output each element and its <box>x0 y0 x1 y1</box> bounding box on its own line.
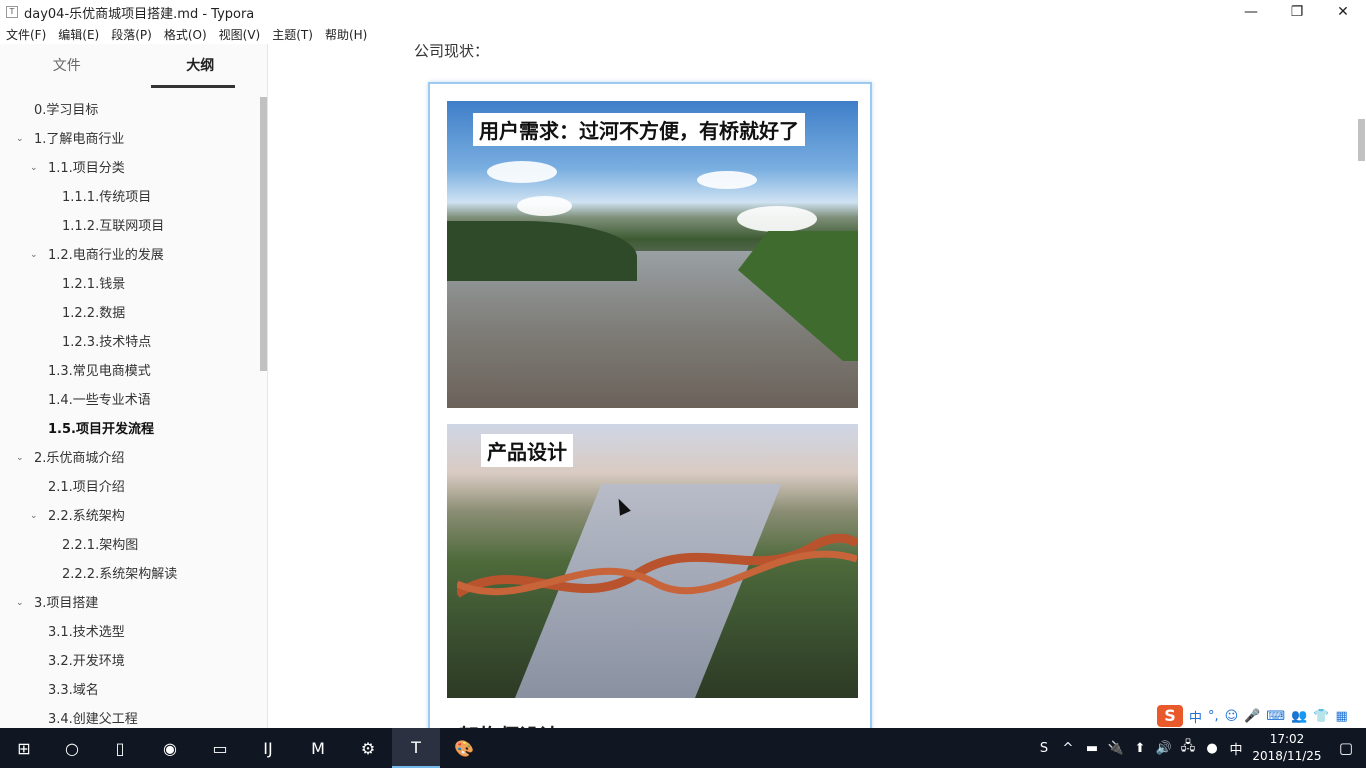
image-caption-user-need: 用户需求：过河不方便，有桥就好了 <box>473 113 805 146</box>
bridge-shape <box>457 533 857 598</box>
taskbar-explorer-icon[interactable]: ▭ <box>196 728 244 768</box>
outline-item[interactable]: 0.学习目标 <box>34 96 98 125</box>
outline-item[interactable]: 1.3.常见电商模式 <box>48 357 151 386</box>
bridge-design-render: 产品设计 <box>447 424 858 698</box>
outline-item[interactable]: 1.4.一些专业术语 <box>48 386 151 415</box>
taskbar-intellij-icon[interactable]: IJ <box>244 728 292 768</box>
outline-item[interactable]: 1.1.项目分类 <box>48 154 125 183</box>
image-caption-product-design: 产品设计 <box>481 434 573 467</box>
outline-item[interactable]: 1.1.2.互联网项目 <box>62 212 164 241</box>
taskbar-tool-icon[interactable]: ⚙ <box>344 728 392 768</box>
skin-icon[interactable]: 👕 <box>1313 709 1329 724</box>
outline-item[interactable]: 1.5.项目开发流程 <box>48 415 154 444</box>
restore-button[interactable]: ❐ <box>1274 0 1320 24</box>
editor-scrollbar[interactable] <box>1358 119 1365 161</box>
sogou-logo-icon[interactable]: S <box>1157 705 1183 727</box>
taskbar-maxthon-icon[interactable]: M <box>294 728 342 768</box>
window-title: day04-乐优商城项目搭建.md - Typora <box>24 6 255 22</box>
outline-item[interactable]: 3.4.创建父工程 <box>48 705 138 728</box>
left-bank-shape <box>447 221 637 281</box>
input-language-icon[interactable]: 中 <box>1224 739 1248 758</box>
title-bar: T day04-乐优商城项目搭建.md - Typora — ❐ ✕ <box>0 0 1366 24</box>
ime-toolbar: S 中 °, ☺ 🎤 ⌨ 👥 👕 ▦ <box>1157 704 1366 728</box>
cloud-shape <box>697 171 757 189</box>
sidebar-scrollbar[interactable] <box>260 97 267 371</box>
collapse-chevron-icon[interactable]: ⌄ <box>16 125 26 154</box>
collapse-chevron-icon[interactable]: ⌄ <box>16 444 26 473</box>
upload-icon[interactable]: ⬆ <box>1128 741 1152 756</box>
taskbar: ⊞ ○ ▯ ◉ ▭ IJ M ⚙ T 🎨 S ^ ▬ 🔌 ⬆ 🔊 🖧 ● 中 17:02 2018… <box>0 728 1366 768</box>
taskbar-start-icon[interactable]: ⊞ <box>0 728 48 768</box>
menu-paragraph[interactable]: 段落(P) <box>105 26 158 43</box>
sidebar-tabs: 文件 大纲 <box>0 44 267 90</box>
show-hidden-icons-icon[interactable]: ^ <box>1056 741 1080 756</box>
collapse-chevron-icon[interactable]: ⌄ <box>30 154 40 183</box>
window-controls: — ❐ ✕ <box>1228 0 1366 24</box>
outline-item[interactable]: 1.1.1.传统项目 <box>62 183 151 212</box>
menu-format[interactable]: 格式(O) <box>158 26 213 43</box>
menu-file[interactable]: 文件(F) <box>0 26 52 43</box>
menu-bar: 文件(F) 编辑(E) 段落(P) 格式(O) 视图(V) 主题(T) 帮助(H… <box>0 24 1366 44</box>
clock[interactable]: 17:02 2018/11/25 <box>1248 731 1326 765</box>
collapse-chevron-icon[interactable]: ⌄ <box>30 241 40 270</box>
sogou-tray-icon[interactable]: S <box>1032 741 1056 756</box>
outline-item[interactable]: 3.2.开发环境 <box>48 647 125 676</box>
outline-item[interactable]: 2.1.项目介绍 <box>48 473 125 502</box>
cloud-shape <box>517 196 572 216</box>
sidebar: 文件 大纲 0.学习目标 ⌄ 1.了解电商行业 ⌄ 1.1.项目分类 1.1.1.传统项目… <box>0 44 268 728</box>
clock-time: 17:02 <box>1269 732 1305 746</box>
usb-icon[interactable]: 🔌 <box>1104 741 1128 756</box>
volume-icon[interactable]: 🔊 <box>1152 741 1176 756</box>
outline-item[interactable]: 2.2.1.架构图 <box>62 531 138 560</box>
keyboard-icon[interactable]: ⌨ <box>1266 709 1285 724</box>
active-tab-indicator <box>151 85 235 88</box>
outline-item[interactable]: 1.2.3.技术特点 <box>62 328 151 357</box>
outline-item[interactable]: 1.2.1.钱景 <box>62 270 125 299</box>
next-image-caption-partial: 架构师设计 <box>459 720 559 728</box>
cloud-shape <box>737 206 817 232</box>
grid-menu-icon[interactable]: ▦ <box>1336 709 1348 724</box>
emoji-icon[interactable]: ☺ <box>1225 709 1239 724</box>
users-icon[interactable]: 👥 <box>1291 709 1307 724</box>
outline-item[interactable]: 3.3.域名 <box>48 676 99 705</box>
cloud-shape <box>487 161 557 183</box>
battery-icon[interactable]: ▬ <box>1080 741 1104 756</box>
outline-item[interactable]: 2.2.2.系统架构解读 <box>62 560 177 589</box>
tab-outline[interactable]: 大纲 <box>134 44 268 90</box>
taskbar-task-view-icon[interactable]: ▯ <box>96 728 144 768</box>
outline-item[interactable]: 1.了解电商行业 <box>34 125 124 154</box>
collapse-chevron-icon[interactable]: ⌄ <box>16 589 26 618</box>
river-photo: 用户需求：过河不方便，有桥就好了 <box>447 101 858 408</box>
system-tray: S ^ ▬ 🔌 ⬆ 🔊 🖧 ● 中 17:02 2018/11/25 ▢ <box>1032 728 1366 768</box>
taskbar-chrome-icon[interactable]: ◉ <box>146 728 194 768</box>
taskbar-typora-icon[interactable]: T <box>392 728 440 768</box>
menu-theme[interactable]: 主题(T) <box>266 26 319 43</box>
minimize-button[interactable]: — <box>1228 0 1274 24</box>
collapse-chevron-icon[interactable]: ⌄ <box>30 502 40 531</box>
status-dot-icon[interactable]: ● <box>1200 741 1224 756</box>
taskbar-search-icon[interactable]: ○ <box>48 728 96 768</box>
outline-item[interactable]: 1.2.电商行业的发展 <box>48 241 164 270</box>
outline-item[interactable]: 1.2.2.数据 <box>62 299 125 328</box>
outline-item[interactable]: 3.项目搭建 <box>34 589 98 618</box>
clock-date: 2018/11/25 <box>1252 749 1322 763</box>
taskbar-paint-icon[interactable]: 🎨 <box>440 728 488 768</box>
microphone-icon[interactable]: 🎤 <box>1244 709 1260 724</box>
network-icon[interactable]: 🖧 <box>1176 737 1200 759</box>
typora-app-icon: T <box>6 6 18 18</box>
punctuation-icon[interactable]: °, <box>1208 709 1219 724</box>
menu-edit[interactable]: 编辑(E) <box>52 26 105 43</box>
editor-area[interactable]: 公司现状： 用户需求：过河不方便，有桥就好了 产品设计 架构师设计 <box>269 44 1366 728</box>
menu-view[interactable]: 视图(V) <box>213 26 267 43</box>
outline-item[interactable]: 3.1.技术选型 <box>48 618 125 647</box>
outline-item[interactable]: 2.乐优商城介绍 <box>34 444 124 473</box>
ime-mode-label[interactable]: 中 <box>1189 707 1202 726</box>
outline-item[interactable]: 2.2.系统架构 <box>48 502 125 531</box>
tab-files[interactable]: 文件 <box>0 44 134 90</box>
close-button[interactable]: ✕ <box>1320 0 1366 24</box>
notification-icon[interactable]: ▢ <box>1326 739 1366 757</box>
paragraph-text: 公司现状： <box>414 44 490 60</box>
menu-help[interactable]: 帮助(H) <box>319 26 373 43</box>
selected-image-frame[interactable]: 用户需求：过河不方便，有桥就好了 产品设计 <box>428 82 872 728</box>
